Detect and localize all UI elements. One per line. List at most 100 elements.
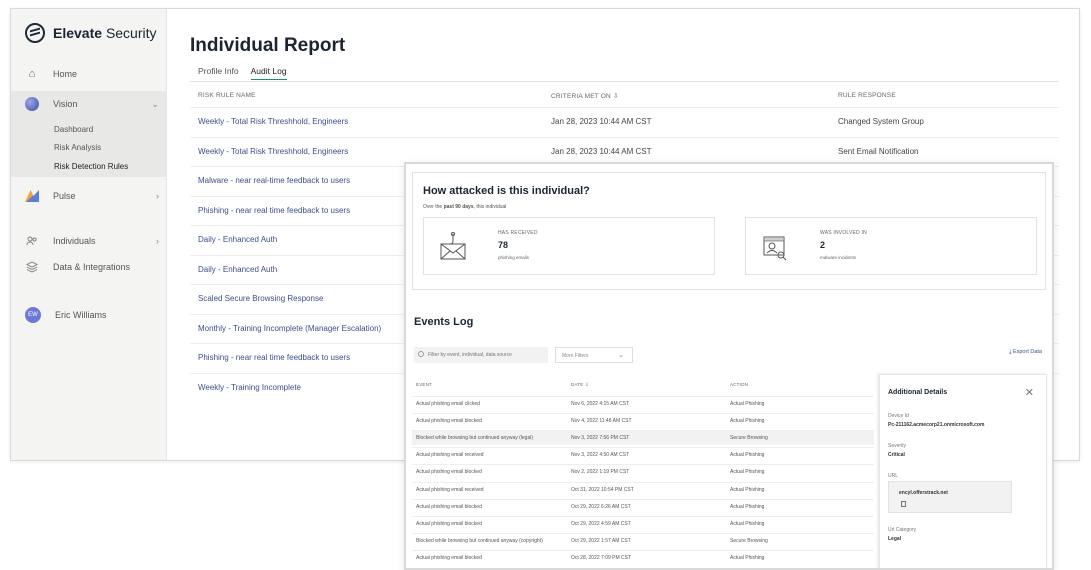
sidebar-sub-risk-analysis[interactable]: Risk Analysis	[54, 143, 101, 152]
download-icon: ⤓	[1008, 349, 1012, 355]
table-row-event[interactable]: Actual phishing email blocked	[416, 504, 482, 510]
table-row-event[interactable]: Actual phishing email received	[416, 452, 484, 458]
device-id-label: Device Id	[888, 413, 909, 419]
logo-text: Elevate Security	[53, 25, 157, 41]
sidebar-item-home[interactable]: ⌂ Home	[25, 67, 159, 81]
column-header-criteria[interactable]: CRITERIA MET ON ⇩	[551, 92, 619, 100]
url-label: URL	[888, 473, 899, 479]
table-row-rule[interactable]: Daily - Enhanced Auth	[198, 265, 277, 274]
copy-icon[interactable]	[901, 501, 906, 507]
events-filter-input[interactable]	[414, 347, 548, 363]
table-row-date: Jan 28, 2023 10:44 AM CST	[551, 117, 652, 126]
table-row-rule[interactable]: Daily - Enhanced Auth	[198, 235, 277, 244]
table-row-action: Secure Browsing	[730, 537, 768, 544]
table-row-divider	[412, 515, 874, 517]
sidebar-item-data-integrations[interactable]: Data & Integrations	[25, 260, 159, 274]
chevron-right-icon: ›	[156, 236, 159, 246]
table-row-date: Oct 29, 2022 6:26 AM CST	[571, 503, 631, 510]
table-row-event[interactable]: Actual phishing email clicked	[416, 401, 480, 407]
device-id-value: Pc-211162.acmecorp21.onmicrosoft.com	[888, 422, 985, 428]
table-row-event[interactable]: Actual phishing email received	[416, 487, 484, 493]
table-row-divider	[412, 447, 874, 449]
sidebar-item-label: Pulse	[53, 191, 76, 201]
received-label: HAS RECEIVED	[498, 230, 538, 236]
pulse-icon	[25, 189, 39, 203]
table-row-rule[interactable]: Scaled Secure Browsing Response	[198, 294, 323, 303]
logo[interactable]: Elevate Security	[25, 23, 157, 43]
malware-id-card-icon	[758, 230, 792, 264]
table-row-rule[interactable]: Malware - near real-time feedback to use…	[198, 176, 350, 185]
table-row-date: Nov 2, 2022 1:19 PM CST	[571, 469, 630, 476]
table-row-divider	[412, 464, 874, 466]
table-row-date: Oct 31, 2022 10:54 PM CST	[571, 486, 634, 493]
table-row-date: Oct 29, 2022 1:57 AM CST	[571, 537, 631, 544]
received-stat-card: HAS RECEIVED 78 phishing emails	[423, 217, 715, 275]
involved-label: WAS INVOLVED IN	[820, 230, 867, 236]
stage: Elevate Security ⌂ Home Vision ⌄ Dashboa…	[0, 0, 1091, 570]
tabs: Profile Info Audit Log	[198, 66, 287, 80]
column-header-event: EVENT	[416, 382, 433, 387]
table-row-event[interactable]: Actual phishing email blocked	[416, 555, 482, 561]
chevron-down-icon: ⌄	[151, 98, 159, 109]
table-row-response: Sent Email Notification	[838, 146, 919, 156]
column-header-rule: RISK RULE NAME	[198, 92, 256, 99]
table-row-action: Actual Phishing	[730, 503, 765, 510]
page-title: Individual Report	[190, 35, 346, 56]
table-row-rule[interactable]: Weekly - Total Risk Threshhold, Engineer…	[198, 117, 348, 126]
sidebar-item-vision[interactable]: Vision ⌄	[25, 97, 159, 111]
sidebar-item-pulse[interactable]: Pulse ›	[25, 189, 159, 203]
additional-details-panel: Additional Details ✕ Device Id Pc-211162…	[879, 374, 1047, 568]
severity-value: Critical	[888, 452, 905, 458]
involved-stat-card: WAS INVOLVED IN 2 malware incidents	[745, 217, 1037, 275]
table-row-event[interactable]: Blocked while browsing but continued any…	[416, 538, 543, 544]
table-row-event[interactable]: Actual phishing email blocked	[416, 469, 482, 475]
sidebar-item-label: Vision	[53, 99, 78, 109]
table-row-divider	[412, 396, 874, 397]
tabs-divider	[190, 81, 1059, 82]
sidebar-item-label: Home	[53, 69, 78, 79]
user-name: Eric Williams	[55, 310, 107, 320]
attack-subtitle: Over the past 90 days, this individual	[423, 204, 507, 210]
tab-audit-log[interactable]: Audit Log	[250, 66, 287, 80]
sidebar-sub-risk-detection-rules[interactable]: Risk Detection Rules	[54, 162, 128, 171]
sidebar: Elevate Security ⌂ Home Vision ⌄ Dashboa…	[11, 9, 167, 460]
sidebar-item-individuals[interactable]: Individuals ›	[25, 234, 159, 248]
column-header-date[interactable]: DATE ⇩	[571, 382, 589, 388]
sidebar-user[interactable]: EW Eric Williams	[25, 307, 159, 323]
details-title: Additional Details	[888, 389, 948, 396]
table-row-date: Oct 28, 2022 7:09 PM CST	[571, 554, 632, 561]
url-category-value: Legal	[888, 536, 902, 542]
table-row-event[interactable]: Blocked while browsing but continued any…	[416, 435, 533, 441]
table-row-rule[interactable]: Weekly - Total Risk Threshhold, Engineer…	[198, 147, 348, 156]
table-row-rule[interactable]: Phishing - near real time feedback to us…	[198, 206, 350, 215]
table-row-date: Jan 28, 2023 10:44 AM CST	[551, 146, 652, 156]
table-row-action: Actual Phishing	[730, 418, 765, 425]
table-row-date: Oct 29, 2022 4:59 AM CST	[571, 520, 631, 527]
export-data-button[interactable]: ⤓ Export Data	[1009, 349, 1042, 356]
sidebar-item-label: Individuals	[53, 236, 96, 246]
received-value: 78	[498, 240, 509, 250]
table-row-divider	[412, 413, 874, 415]
table-row-divider	[190, 107, 1059, 108]
table-row-date: Nov 4, 2022 11:48 AM CST	[571, 418, 632, 425]
avatar: EW	[25, 307, 41, 323]
events-log-title: Events Log	[414, 316, 474, 328]
tab-profile-info[interactable]: Profile Info	[198, 66, 239, 80]
table-row-divider	[412, 498, 874, 500]
more-filters-dropdown[interactable]: More Filters ⌄	[555, 347, 633, 363]
attack-summary: How attacked is this individual? Over th…	[412, 172, 1046, 290]
column-header-response: RULE RESPONSE	[838, 92, 896, 99]
close-icon[interactable]: ✕	[1025, 386, 1034, 399]
table-row-event[interactable]: Actual phishing email blocked	[416, 418, 482, 424]
table-row-rule[interactable]: Monthly - Training Incomplete (Manager E…	[198, 324, 381, 333]
attack-title: How attacked is this individual?	[423, 185, 590, 197]
table-row-action: Actual Phishing	[730, 469, 765, 476]
chevron-down-icon: ⌄	[618, 352, 624, 359]
table-row-divider	[412, 430, 874, 432]
sidebar-sub-dashboard[interactable]: Dashboard	[54, 125, 93, 134]
table-row-event[interactable]: Actual phishing email blocked	[416, 521, 482, 527]
table-row-rule[interactable]: Weekly - Training Incomplete	[198, 383, 301, 392]
more-filters-label: More Filters	[562, 353, 589, 359]
table-row-divider	[412, 532, 874, 534]
table-row-rule[interactable]: Phishing - near real time feedback to us…	[198, 353, 350, 362]
